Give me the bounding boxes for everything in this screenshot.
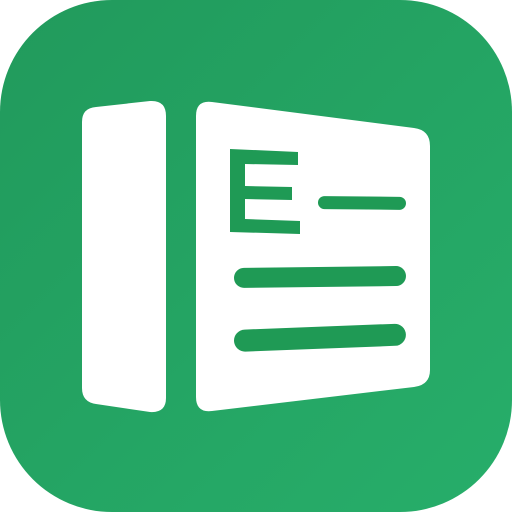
book-spine-icon xyxy=(82,100,166,413)
document-page-icon xyxy=(196,101,430,412)
title-dash-line xyxy=(317,196,406,210)
letter-e-icon xyxy=(230,149,300,234)
text-line-1 xyxy=(233,266,406,288)
app-icon xyxy=(0,0,512,512)
